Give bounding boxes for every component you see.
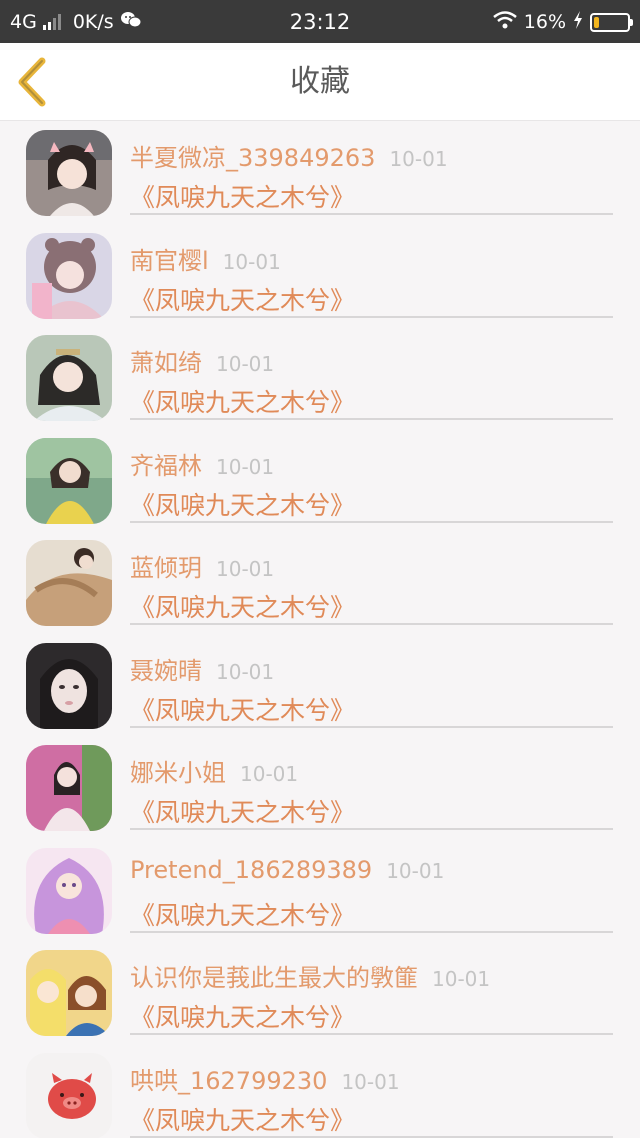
item-date: 10-01: [240, 762, 299, 786]
item-info: 南官樱l 10-01 《凤唳九天之木兮》: [130, 225, 613, 318]
item-info: Pretend_186289389 10-01 《凤唳九天之木兮》: [130, 840, 613, 933]
avatar[interactable]: [26, 847, 112, 934]
list-item[interactable]: Pretend_186289389 10-01 《凤唳九天之木兮》: [0, 840, 640, 943]
book-title[interactable]: 《凤唳九天之木兮》: [130, 793, 355, 829]
book-title[interactable]: 《凤唳九天之木兮》: [130, 383, 355, 419]
list-item[interactable]: 娜米小姐 10-01 《凤唳九天之木兮》: [0, 737, 640, 840]
item-info: 聂婉晴 10-01 《凤唳九天之木兮》: [130, 635, 613, 728]
avatar[interactable]: [26, 437, 112, 524]
user-name[interactable]: 娜米小姐: [130, 759, 226, 787]
book-title[interactable]: 《凤唳九天之木兮》: [130, 281, 355, 317]
list-item[interactable]: 蓝倾玥 10-01 《凤唳九天之木兮》: [0, 532, 640, 635]
status-right: 16%: [492, 8, 633, 36]
item-date: 10-01: [216, 659, 275, 684]
item-date: 10-01: [386, 858, 445, 883]
item-info: 娜米小姐 10-01 《凤唳九天之木兮》: [130, 737, 613, 830]
book-title[interactable]: 《凤唳九天之木兮》: [130, 896, 355, 932]
avatar[interactable]: [26, 950, 112, 1036]
avatar[interactable]: [26, 642, 112, 729]
avatar[interactable]: [26, 540, 112, 626]
item-date: 10-01: [432, 967, 491, 991]
item-info: 认识你是莪此生最大的斆篚 10-01 《凤唳九天之木兮》: [130, 942, 613, 1035]
book-title[interactable]: 《凤唳九天之木兮》: [130, 998, 355, 1034]
avatar[interactable]: [26, 1052, 112, 1138]
avatar[interactable]: [26, 232, 112, 319]
list-item[interactable]: 半夏微凉_339849263 10-01 《凤唳九天之木兮》: [0, 122, 640, 225]
item-info: 半夏微凉_339849263 10-01 《凤唳九天之木兮》: [130, 122, 613, 215]
list-item[interactable]: 萧如绮 10-01 《凤唳九天之木兮》: [0, 327, 640, 430]
favorites-list: 半夏微凉_339849263 10-01 《凤唳九天之木兮》 南官樱l 10-01 …: [0, 122, 640, 1138]
nav-bar: 收藏: [0, 43, 640, 121]
book-title[interactable]: 《凤唳九天之木兮》: [130, 178, 355, 214]
battery-level: [594, 16, 600, 28]
page-title: 收藏: [290, 64, 350, 99]
user-name[interactable]: 认识你是莪此生最大的斆篚: [130, 964, 418, 992]
book-title[interactable]: 《凤唳九天之木兮》: [130, 691, 355, 727]
status-bar: 4G 0K/s 23:12 16%: [0, 0, 640, 43]
user-name[interactable]: 萧如绮: [130, 349, 202, 377]
item-info: 齐福林 10-01 《凤唳九天之木兮》: [130, 430, 613, 523]
user-name[interactable]: 齐福林: [130, 452, 202, 480]
item-date: 10-01: [216, 454, 275, 479]
item-date: 10-01: [216, 557, 275, 581]
avatar[interactable]: [26, 745, 112, 831]
item-date: 10-01: [389, 147, 448, 171]
book-title[interactable]: 《凤唳九天之木兮》: [130, 486, 355, 522]
item-date: 10-01: [216, 352, 275, 376]
user-name[interactable]: 哄哄_162799230: [130, 1067, 327, 1095]
list-item[interactable]: 认识你是莪此生最大的斆篚 10-01 《凤唳九天之木兮》: [0, 942, 640, 1045]
user-name[interactable]: 聂婉晴: [130, 657, 202, 685]
item-date: 10-01: [341, 1069, 400, 1094]
charging-icon: [572, 10, 584, 35]
avatar[interactable]: [26, 335, 112, 421]
item-info: 蓝倾玥 10-01 《凤唳九天之木兮》: [130, 532, 613, 625]
user-name[interactable]: 蓝倾玥: [130, 554, 202, 582]
item-date: 10-01: [222, 249, 281, 274]
book-title[interactable]: 《凤唳九天之木兮》: [130, 1101, 355, 1137]
item-info: 萧如绮 10-01 《凤唳九天之木兮》: [130, 327, 613, 420]
list-item[interactable]: 南官樱l 10-01 《凤唳九天之木兮》: [0, 225, 640, 328]
user-name[interactable]: Pretend_186289389: [130, 856, 372, 884]
item-info: 哄哄_162799230 10-01 《凤唳九天之木兮》: [130, 1045, 613, 1138]
battery-percent: 16%: [523, 11, 566, 33]
list-item[interactable]: 聂婉晴 10-01 《凤唳九天之木兮》: [0, 635, 640, 738]
user-name[interactable]: 半夏微凉_339849263: [130, 144, 375, 172]
book-title[interactable]: 《凤唳九天之木兮》: [130, 588, 355, 624]
user-name[interactable]: 南官樱l: [130, 247, 209, 275]
avatar[interactable]: [26, 130, 112, 216]
wifi-icon: [492, 10, 518, 35]
list-item[interactable]: 齐福林 10-01 《凤唳九天之木兮》: [0, 430, 640, 533]
list-item[interactable]: 哄哄_162799230 10-01 《凤唳九天之木兮》: [0, 1045, 640, 1138]
battery-icon: [590, 12, 633, 32]
